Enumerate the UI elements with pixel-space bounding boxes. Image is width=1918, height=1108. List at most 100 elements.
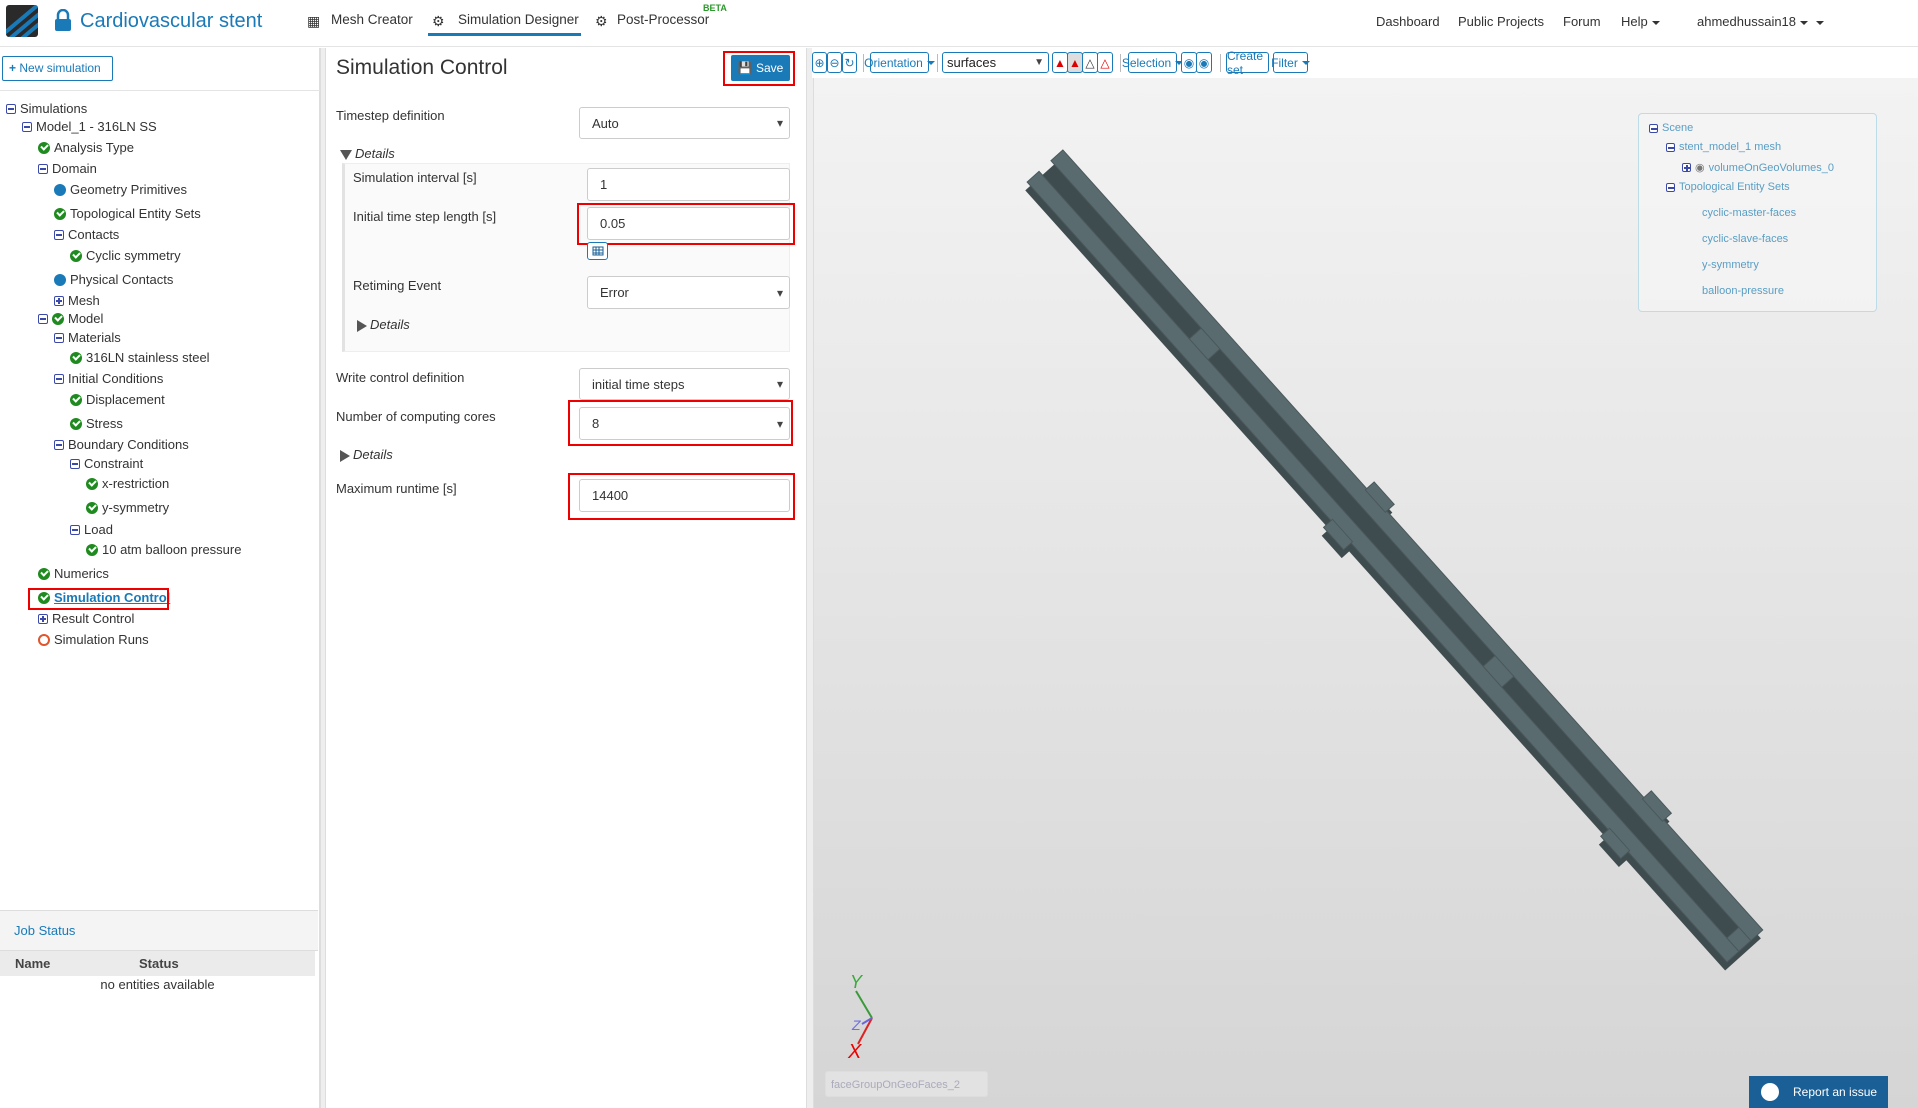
cores-select[interactable]: 8	[579, 407, 790, 440]
scene-root[interactable]: Scene	[1649, 122, 1693, 134]
empty-message: no entities available	[100, 977, 215, 992]
max-runtime-input[interactable]: 14400	[579, 479, 790, 512]
scene-set-item[interactable]: balloon-pressure	[1702, 285, 1784, 297]
nav-post-processor[interactable]: Post-Processor	[617, 12, 709, 27]
job-status-title[interactable]: Job Status	[14, 923, 75, 938]
scene-set-item[interactable]: cyclic-master-faces	[1702, 207, 1796, 219]
selection-dropdown[interactable]: Selection	[1122, 52, 1184, 73]
scene-set-item[interactable]: cyclic-slave-faces	[1702, 233, 1788, 245]
initial-step-input[interactable]: 0.05	[587, 207, 790, 240]
collapse-icon[interactable]	[1666, 142, 1675, 152]
write-control-select[interactable]: initial time steps	[579, 368, 790, 400]
tree-item[interactable]: Geometry Primitives	[54, 181, 187, 199]
timestep-select[interactable]: Auto	[579, 107, 790, 139]
tree-item[interactable]: Model_1 - 316LN SS	[22, 118, 157, 136]
surface-edges-mode-button[interactable]: ▲	[1067, 52, 1083, 73]
nav-help[interactable]: Help	[1621, 14, 1660, 29]
nav-mesh-creator[interactable]: Mesh Creator	[331, 12, 413, 27]
tree-item[interactable]: Numerics	[38, 565, 109, 583]
tree-item[interactable]: Topological Entity Sets	[54, 205, 201, 223]
collapse-icon[interactable]	[1649, 123, 1658, 133]
collapse-icon[interactable]	[70, 459, 80, 469]
column-status[interactable]: Status	[139, 956, 179, 971]
user-menu[interactable]: ahmedhussain18	[1697, 14, 1809, 29]
collapse-icon[interactable]	[38, 164, 48, 174]
tree-item[interactable]: Simulations	[6, 100, 87, 118]
tree-item[interactable]: Materials	[54, 329, 121, 347]
render-mode-select[interactable]: surfaces ▼	[942, 52, 1049, 73]
tree-item[interactable]: Contacts	[54, 226, 119, 244]
tree-item[interactable]: Constraint	[70, 455, 143, 473]
collapse-icon[interactable]	[70, 525, 80, 535]
app-logo[interactable]	[6, 5, 38, 37]
tree-item[interactable]: Mesh	[54, 292, 100, 310]
tree-item[interactable]: Displacement	[70, 391, 165, 409]
tree-item[interactable]: Model	[38, 310, 103, 328]
nav-forum[interactable]: Forum	[1563, 14, 1601, 29]
zoom-out-button[interactable]: ⊖	[827, 52, 842, 73]
tree-item[interactable]: 316LN stainless steel	[70, 349, 210, 367]
tree-item[interactable]: Initial Conditions	[54, 370, 163, 388]
triangle-right-icon	[340, 449, 350, 462]
tree-item[interactable]: Analysis Type	[38, 139, 134, 157]
eye-icon[interactable]: ◉	[1695, 161, 1705, 174]
save-button[interactable]: 💾 Save	[731, 55, 790, 81]
expand-icon[interactable]	[38, 614, 48, 624]
zoom-in-button[interactable]: ⊕	[812, 52, 827, 73]
hover-entity-field[interactable]: faceGroupOnGeoFaces_2	[825, 1071, 988, 1097]
collapse-icon[interactable]	[54, 374, 64, 384]
retiming-select[interactable]: Error	[587, 276, 790, 309]
tree-item[interactable]: y-symmetry	[86, 499, 169, 517]
nav-public-projects[interactable]: Public Projects	[1458, 14, 1544, 29]
3d-viewer[interactable]: ⊕ ⊖ ↻ Orientation surfaces ▼ ▲ ▲ △ △ Sele…	[812, 48, 1918, 1108]
points-mode-button[interactable]: △	[1097, 52, 1113, 73]
scene-mesh-node[interactable]: stent_model_1 mesh	[1666, 141, 1781, 153]
nav-simulation-designer[interactable]: Simulation Designer	[458, 12, 579, 27]
scene-sets-node[interactable]: Topological Entity Sets	[1666, 181, 1790, 193]
collapse-icon[interactable]	[6, 104, 16, 114]
collapse-icon[interactable]	[54, 333, 64, 343]
hide-button[interactable]: ◉	[1181, 52, 1197, 73]
tree-item[interactable]: Domain	[38, 160, 97, 178]
collapse-icon[interactable]	[54, 230, 64, 240]
splitter-right[interactable]	[806, 48, 814, 1108]
collapse-icon[interactable]	[38, 314, 48, 324]
collapse-icon[interactable]	[1666, 182, 1675, 192]
collapse-icon[interactable]	[54, 440, 64, 450]
tree-item[interactable]: x-restriction	[86, 475, 169, 493]
wireframe-mode-button[interactable]: △	[1082, 52, 1098, 73]
tree-item[interactable]: 10 atm balloon pressure	[86, 541, 241, 559]
reset-view-button[interactable]: ↻	[842, 52, 857, 73]
new-simulation-button[interactable]: + New simulation	[2, 56, 113, 81]
table-button[interactable]	[587, 242, 608, 260]
tree-item[interactable]: Boundary Conditions	[54, 436, 189, 454]
top-nav-bar: Cardiovascular stent ▦ Mesh Creator ⚙ Si…	[0, 0, 1918, 47]
tree-item[interactable]: Result Control	[38, 610, 134, 628]
column-name[interactable]: Name	[15, 956, 50, 971]
expand-icon[interactable]	[1682, 163, 1691, 172]
nav-dashboard[interactable]: Dashboard	[1376, 14, 1440, 29]
scene-volume-node[interactable]: ◉ volumeOnGeoVolumes_0	[1682, 161, 1834, 174]
show-button[interactable]: ◉	[1196, 52, 1212, 73]
tree-item[interactable]: Cyclic symmetry	[70, 247, 181, 265]
report-issue-button[interactable]: Report an issue	[1749, 1076, 1888, 1108]
collapse-icon[interactable]	[22, 122, 32, 132]
create-set-button[interactable]: Create set	[1226, 49, 1269, 77]
details-toggle[interactable]: Details	[340, 146, 395, 161]
tree-item[interactable]: Simulation Runs	[38, 631, 149, 649]
extra-menu[interactable]	[1812, 14, 1824, 29]
surface-mode-button[interactable]: ▲	[1052, 52, 1068, 73]
details-toggle[interactable]: Details	[340, 447, 393, 462]
scene-set-item[interactable]: y-symmetry	[1702, 259, 1759, 271]
filter-dropdown[interactable]: Filter	[1271, 52, 1310, 73]
orientation-dropdown[interactable]: Orientation	[864, 52, 935, 73]
tree-item[interactable]: Physical Contacts	[54, 271, 173, 289]
expand-icon[interactable]	[54, 296, 64, 306]
sim-interval-input[interactable]: 1	[587, 168, 790, 201]
details-toggle[interactable]: Details	[357, 317, 410, 332]
tree-item[interactable]: Load	[70, 521, 113, 539]
tree-item-label: Domain	[52, 161, 97, 176]
project-title[interactable]: Cardiovascular stent	[80, 10, 262, 33]
tree-item[interactable]: Stress	[70, 415, 123, 433]
wireframe-icon: △	[1085, 55, 1095, 70]
